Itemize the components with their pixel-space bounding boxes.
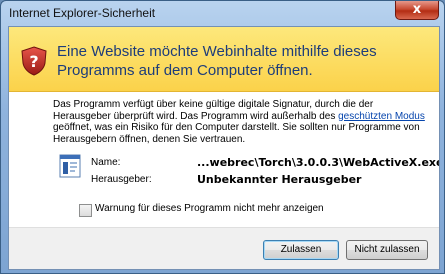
security-dialog: Internet Explorer-Sicherheit x ? Eine We… [0, 0, 445, 274]
deny-button[interactable]: Nicht zulassen [346, 240, 428, 260]
dialog-content: ? Eine Website möchte Webinhalte mithilf… [8, 26, 440, 270]
description-text-start: Das Programm verfügt über keine gültige … [53, 99, 374, 122]
do-not-warn-label[interactable]: Warnung für dieses Programm nicht mehr a… [95, 203, 324, 214]
name-label: Name: [91, 157, 121, 168]
button-bar: Zulassen Nicht zulassen [9, 228, 439, 269]
svg-text:?: ? [29, 52, 38, 71]
description-text-end: geöffnet, was ein Risiko für den Compute… [53, 122, 420, 145]
shield-warning-icon: ? [21, 46, 47, 76]
signature-warning-text: Das Programm verfügt über keine gültige … [53, 99, 431, 145]
allow-button[interactable]: Zulassen [263, 240, 339, 260]
warning-banner: ? Eine Website möchte Webinhalte mithilf… [9, 27, 439, 92]
publisher-label: Herausgeber: [91, 174, 152, 185]
protected-mode-link[interactable]: geschützten Modus [338, 111, 425, 122]
close-button[interactable]: x [395, 1, 439, 20]
title-bar[interactable]: Internet Explorer-Sicherheit x [1, 1, 444, 27]
program-name-value: ...webrec\Torch\3.0.0.3\WebActiveX.exe [197, 156, 440, 169]
window-title: Internet Explorer-Sicherheit [9, 6, 156, 20]
publisher-value: Unbekannter Herausgeber [197, 173, 362, 186]
program-window-icon [59, 154, 81, 178]
warning-heading: Eine Website möchte Webinhalte mithilfe … [57, 43, 377, 79]
do-not-warn-checkbox[interactable] [79, 204, 92, 217]
